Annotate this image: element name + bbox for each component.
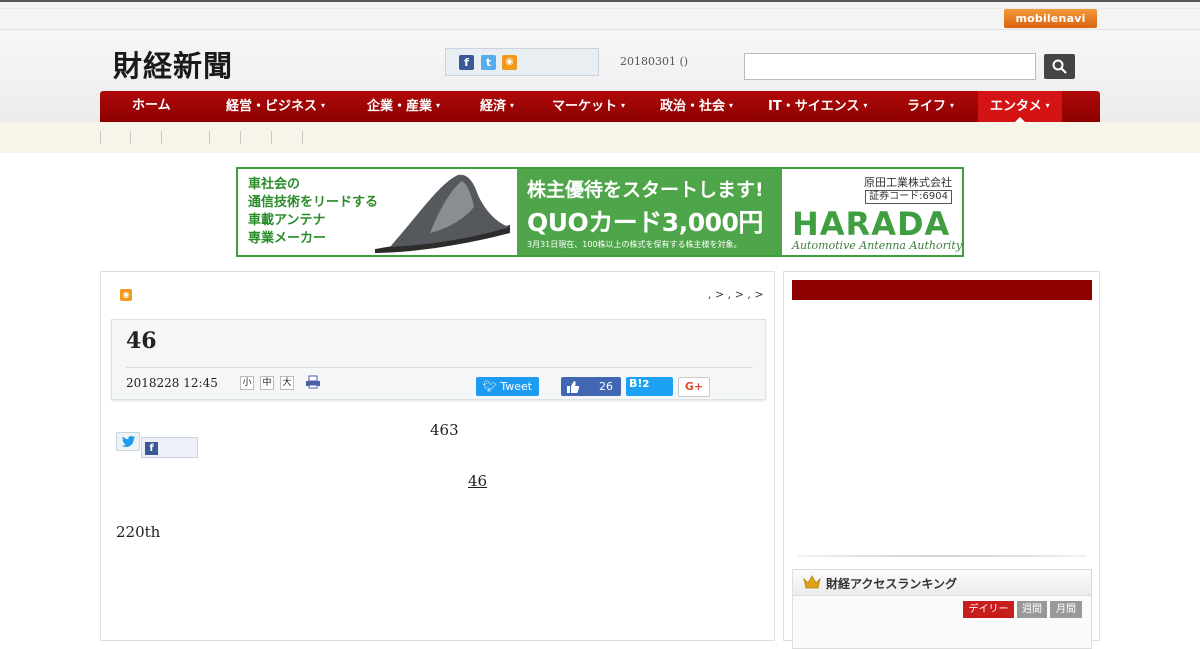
article-container: ◉ , > , > , > 46 2018228 12:45 小 中 大 🐦︎ … (100, 271, 775, 641)
facebook-icon[interactable]: f (459, 55, 474, 70)
facebook-like-button[interactable]: 26 (561, 377, 621, 396)
banner-middle: 株主優待をスタートします! QUOカード3,000円 3月31日現在、100株以… (517, 169, 782, 255)
twitter-icon (122, 436, 135, 447)
font-size-large-button[interactable]: 大 (280, 376, 294, 390)
sub-nav-divider (100, 131, 101, 144)
harada-logo: HARADA (792, 205, 951, 243)
search-input[interactable] (744, 53, 1036, 80)
google-plus-button[interactable]: G+ (678, 377, 710, 397)
banner-right: 原田工業株式会社 証券コード:6904 HARADA Automotive An… (782, 169, 962, 255)
antenna-image (375, 174, 510, 253)
banner-left-text: 車社会の 通信技術をリードする 車載アンテナ 専業メーカー (248, 177, 379, 246)
article-paragraph: 463 (430, 421, 459, 439)
tab-weekly[interactable]: 週間 (1017, 601, 1047, 618)
sub-nav-divider (240, 131, 241, 144)
sidebar-divider (798, 555, 1086, 557)
banner-left: 車社会の 通信技術をリードする 車載アンテナ 専業メーカー (238, 169, 517, 255)
side-tweet-button[interactable] (116, 432, 140, 451)
nav-item-home[interactable]: ホーム (132, 91, 171, 122)
like-count: 26 (599, 380, 613, 393)
ranking-header: 財経アクセスランキング (793, 570, 1091, 596)
nav-item-politics[interactable]: 政治・社会 ▾ (660, 91, 733, 122)
nav-item-economy[interactable]: 経済 ▾ (480, 91, 514, 122)
sub-nav (0, 122, 1200, 153)
title-divider (126, 367, 753, 368)
banner-tagline: Automotive Antenna Authority (792, 239, 963, 252)
thumbs-up-icon (567, 381, 579, 393)
breadcrumb[interactable]: , > , > , > (708, 288, 764, 301)
banner-note: 3月31日現在、100株以上の株式を保有する株主様を対象。 (527, 240, 742, 249)
search-button[interactable] (1044, 54, 1075, 79)
rss-icon[interactable]: ◉ (502, 55, 517, 70)
font-size-medium-button[interactable]: 中 (260, 376, 274, 390)
banner-company: 原田工業株式会社 (864, 176, 952, 189)
sidebar: 財経アクセスランキング デイリー 週間 月間 (783, 271, 1100, 649)
article-paragraph: 220th (116, 523, 161, 541)
nav-item-life[interactable]: ライフ ▾ (907, 91, 954, 122)
search-icon (1052, 59, 1067, 74)
tab-monthly[interactable]: 月間 (1050, 601, 1082, 618)
publish-date: 2018228 12:45 (126, 376, 218, 390)
twitter-icon: 🐦︎ (482, 380, 497, 393)
nav-item-it-science[interactable]: IT・サイエンス ▾ (768, 91, 867, 122)
nav-item-business[interactable]: 経営・ビジネス ▾ (226, 91, 325, 122)
font-size-small-button[interactable]: 小 (240, 376, 254, 390)
sub-nav-divider (302, 131, 303, 144)
ranking-title: 財経アクセスランキング (826, 577, 958, 591)
nav-item-market[interactable]: マーケット ▾ (552, 91, 625, 122)
site-logo[interactable]: 財経新聞 (113, 43, 233, 85)
tweet-button[interactable]: 🐦︎ Tweet (476, 377, 539, 396)
facebook-icon: f (145, 442, 158, 455)
print-icon[interactable] (305, 375, 321, 389)
banner-code: 証券コード:6904 (865, 190, 952, 204)
ranking-widget: 財経アクセスランキング デイリー 週間 月間 (792, 569, 1092, 649)
nav-item-industry[interactable]: 企業・産業 ▾ (367, 91, 440, 122)
sub-nav-divider (209, 131, 210, 144)
tab-daily[interactable]: デイリー (963, 601, 1014, 618)
top-bar: mobilenavi (0, 0, 1200, 30)
header-date: 20180301 () (620, 55, 689, 68)
banner-headline: 株主優待をスタートします! (527, 179, 764, 201)
mobile-navi-link[interactable]: mobilenavi (1004, 9, 1097, 28)
sub-nav-divider (161, 131, 162, 144)
sub-nav-divider (271, 131, 272, 144)
sub-nav-divider (130, 131, 131, 144)
ad-banner[interactable]: 車社会の 通信技術をリードする 車載アンテナ 専業メーカー 株主優待をスタートし… (236, 167, 964, 257)
twitter-icon[interactable]: t (481, 55, 496, 70)
article-link[interactable]: 46 (468, 472, 505, 490)
banner-offer: QUOカード3,000円 (527, 208, 763, 237)
hatena-bookmark-button[interactable]: B!2 (626, 377, 673, 396)
social-links: f t ◉ (445, 48, 599, 76)
crown-icon (803, 575, 821, 589)
side-facebook-button[interactable]: f (141, 437, 198, 458)
main-nav: ホーム 経営・ビジネス ▾ 企業・産業 ▾ 経済 ▾ マーケット ▾ 政治・社会 ▾ IT… (100, 91, 1100, 122)
rss-icon[interactable]: ◉ (120, 289, 132, 301)
sidebar-header-bar (792, 280, 1092, 300)
nav-item-entertainment[interactable]: エンタメ ▾ (978, 91, 1062, 122)
article-title: 46 (126, 328, 157, 354)
article-header: 46 2018228 12:45 小 中 大 🐦︎ Tweet 26 B!2 G… (111, 319, 766, 400)
